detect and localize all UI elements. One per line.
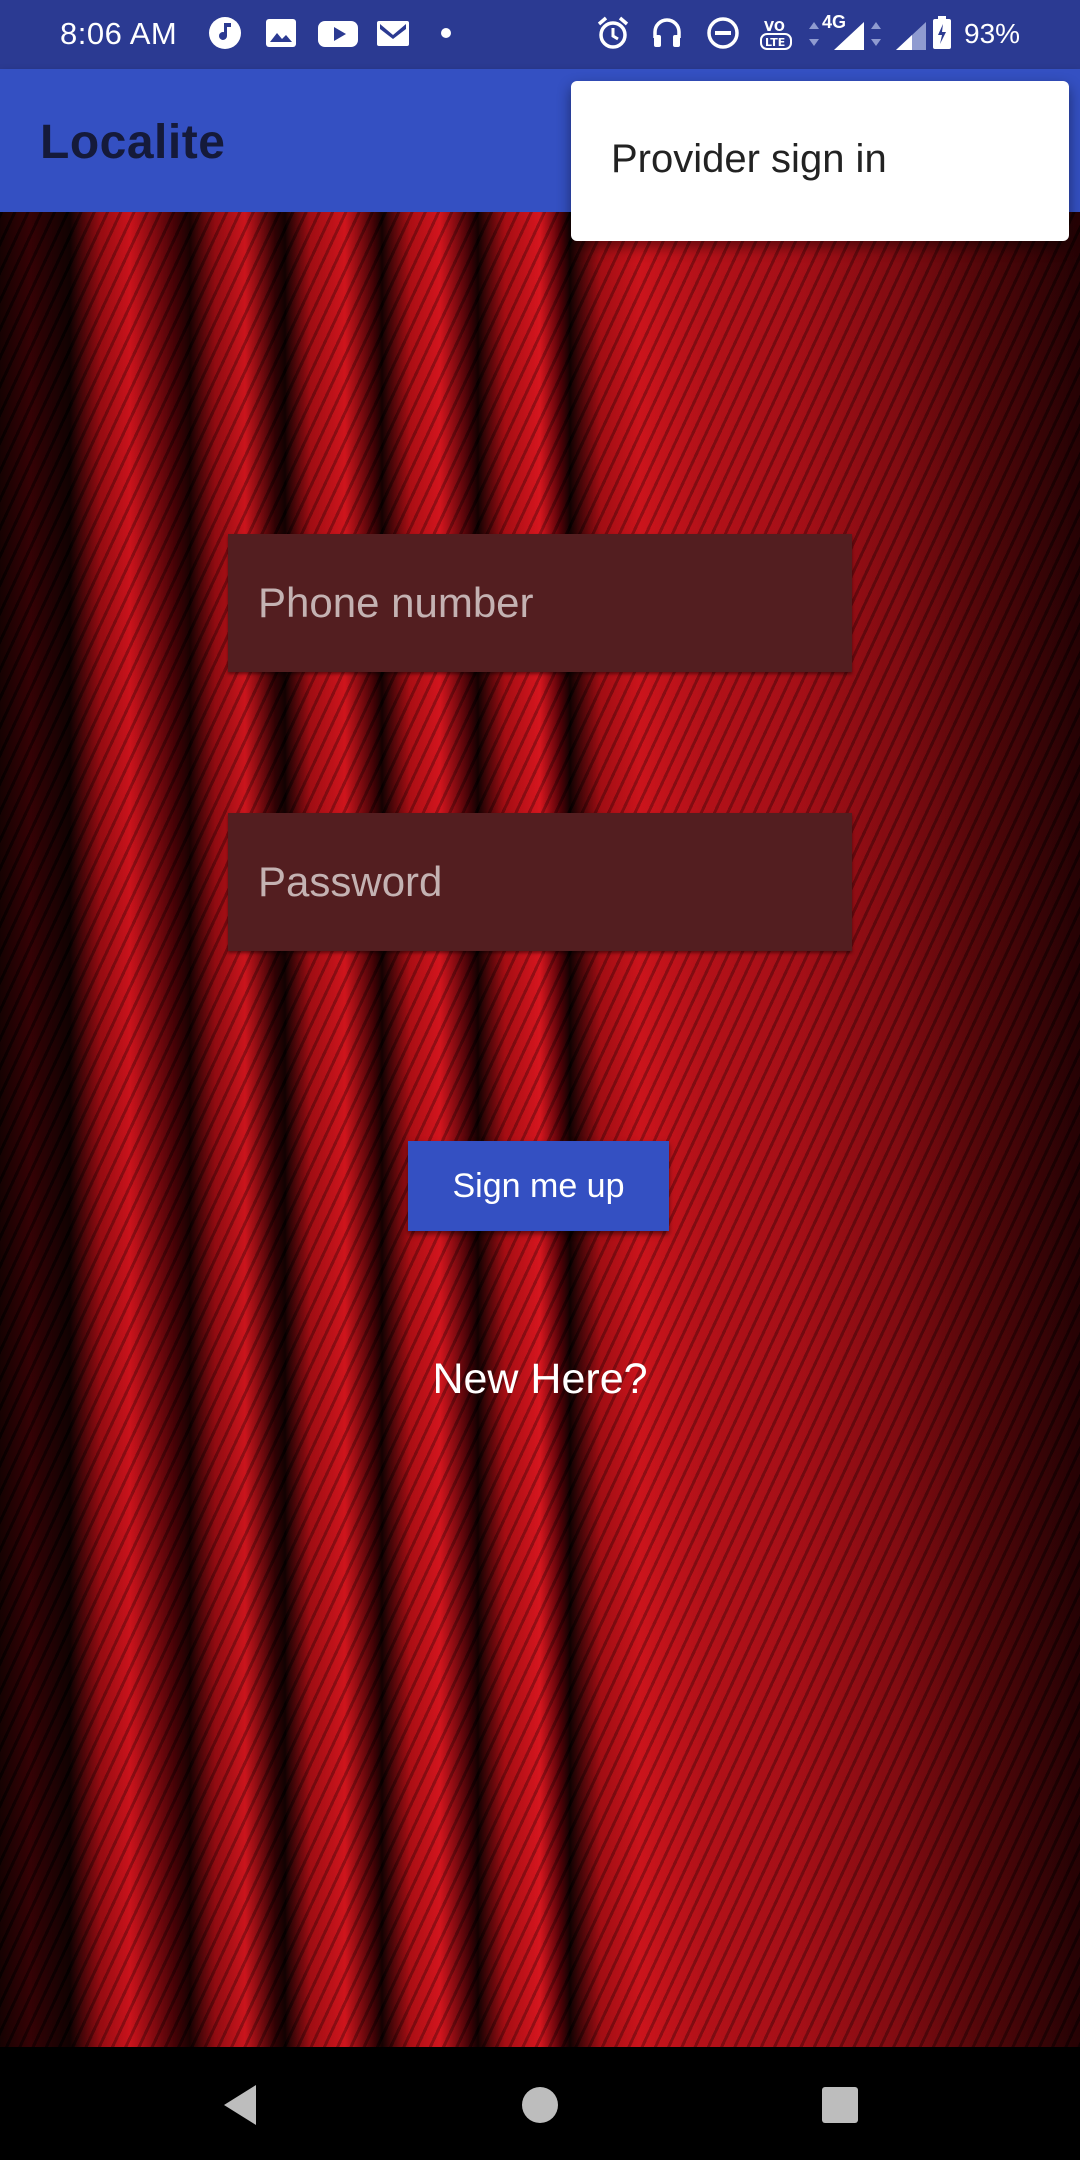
dnd-icon <box>707 17 739 49</box>
curtain-background <box>0 212 1080 2047</box>
battery-percent: 93% <box>964 18 1021 49</box>
alarm-icon <box>597 16 629 49</box>
svg-text:VO: VO <box>764 20 785 35</box>
data-arrows-icon <box>809 22 819 46</box>
overflow-menu: Provider sign in <box>571 81 1069 241</box>
app-title: Localite <box>40 116 226 169</box>
navigation-bar <box>0 2047 1080 2160</box>
provider-sign-in-menu-item[interactable]: Provider sign in <box>611 137 887 182</box>
dot-icon <box>441 28 451 38</box>
home-icon[interactable] <box>512 2077 568 2133</box>
phone-number-input[interactable] <box>228 534 852 672</box>
new-here-link[interactable]: New Here? <box>0 1355 1080 1404</box>
image-icon <box>266 19 296 47</box>
battery-icon <box>933 16 951 49</box>
password-input[interactable] <box>228 813 852 951</box>
recents-icon[interactable] <box>812 2077 868 2133</box>
youtube-icon <box>318 21 358 47</box>
signal-icon <box>834 22 864 50</box>
password-field-container <box>228 813 852 951</box>
data-arrows-icon-2 <box>871 22 881 46</box>
music-note-icon <box>209 17 241 49</box>
back-icon[interactable] <box>212 2077 268 2133</box>
status-time: 8:06 AM <box>60 16 178 51</box>
headset-icon <box>653 18 681 47</box>
gmail-icon <box>377 21 409 46</box>
volte-icon: VO LTE <box>760 20 792 50</box>
phone-field-container <box>228 534 852 672</box>
signal-icon-2 <box>896 22 926 50</box>
sign-me-up-button[interactable]: Sign me up <box>408 1141 669 1231</box>
status-bar: 8:06 AM VO LTE 4G 93% <box>0 0 1080 69</box>
svg-text:LTE: LTE <box>765 36 785 49</box>
